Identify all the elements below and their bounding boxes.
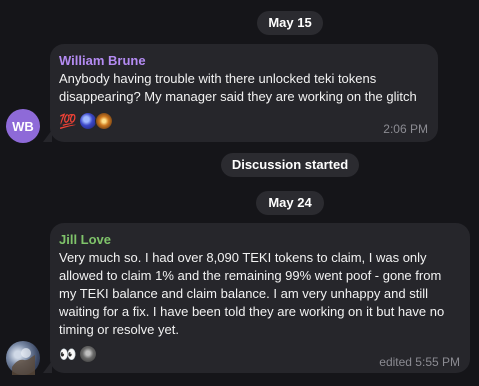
message-timestamp: edited 5:55 PM [379,355,460,369]
message-bubble[interactable]: Jill Love Very much so. I had over 8,090… [43,223,470,373]
sender-name[interactable]: William Brune [59,53,428,68]
message-timestamp: 2:06 PM [383,122,428,136]
reactions-bar[interactable]: 👀 [59,345,97,363]
reactor-avatar [95,112,113,130]
date-separator: May 15 [257,11,323,35]
eyes-emoji[interactable]: 👀 [59,345,77,363]
service-message: Discussion started [221,153,359,177]
date-separator: May 24 [256,191,324,215]
sender-name[interactable]: Jill Love [59,232,460,247]
hundred-points-emoji[interactable]: 💯 [59,112,77,130]
message-text: Very much so. I had over 8,090 TEKI toke… [59,250,445,337]
reactor-avatar [79,345,97,363]
avatar[interactable] [6,341,40,375]
message-text: Anybody having trouble with there unlock… [59,71,417,104]
reactions-bar[interactable]: 💯 [59,112,113,130]
avatar[interactable]: WB [6,109,40,143]
message-bubble[interactable]: William Brune Anybody having trouble wit… [43,44,438,142]
profile-photo-icon [12,348,35,375]
